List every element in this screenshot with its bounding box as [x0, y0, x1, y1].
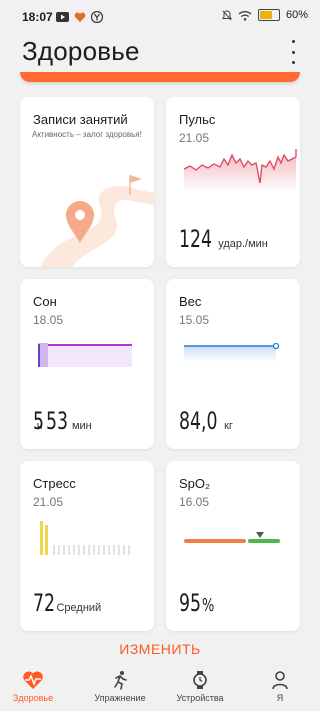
card-date: 18.05 — [33, 313, 64, 327]
sleep-minutes: 53 — [46, 407, 69, 435]
card-title: Пульс — [179, 112, 216, 127]
bottom-tab-bar: Здоровье Упражнение Устройства Я — [0, 666, 320, 711]
edit-button[interactable]: ИЗМЕНИТЬ — [0, 641, 320, 657]
status-time: 18:07 — [22, 10, 53, 24]
tab-label: Здоровье — [12, 693, 54, 703]
stress-card[interactable]: Стресс 21.05 72 Средний — [20, 461, 154, 631]
accent-bar — [20, 72, 300, 82]
more-dot-icon — [291, 50, 295, 54]
stress-graph — [40, 521, 130, 555]
notification-icons — [56, 11, 103, 23]
person-icon — [272, 671, 288, 690]
pulse-card[interactable]: Пульс 21.05 124 удар./мин — [166, 97, 300, 267]
more-dot-icon — [291, 40, 295, 43]
tab-health[interactable]: Здоровье — [1, 670, 65, 703]
pulse-value-row: 124 удар./мин — [179, 225, 268, 253]
sleep-card[interactable]: Сон 18.05 5 ч 53 мин — [20, 279, 154, 449]
sleep-minutes-unit: мин — [71, 420, 92, 432]
tab-label: Я — [276, 693, 284, 703]
weight-graph — [184, 342, 280, 362]
mute-icon — [222, 9, 232, 20]
heart-pulse-icon — [23, 671, 43, 689]
tab-exercise[interactable]: Упражнение — [88, 670, 152, 703]
activity-records-card[interactable]: Записи занятий Активность – залог здоров… — [20, 97, 154, 267]
more-menu-button[interactable] — [288, 40, 298, 64]
card-title: Сон — [33, 294, 57, 309]
status-bar: 18:07 60% — [0, 0, 320, 34]
battery-percent: 60% — [285, 9, 308, 21]
sleep-value-row: 5 ч 53 мин — [33, 407, 92, 435]
card-title: SpO₂ — [179, 476, 211, 491]
pulse-unit: удар./мин — [218, 238, 268, 250]
stress-value: 72 — [33, 589, 55, 617]
spo2-value-row: 95 % — [179, 589, 218, 617]
weight-value-row: 84,0 кг — [179, 407, 233, 435]
watch-icon — [193, 671, 207, 689]
card-date: 15.05 — [179, 313, 210, 327]
wifi-icon — [238, 10, 252, 21]
pulse-value: 124 — [179, 225, 212, 253]
sleep-hours: 5 — [33, 407, 44, 435]
tab-me[interactable]: Я — [248, 670, 312, 703]
spo2-card[interactable]: SpO₂ 16.05 95 % — [166, 461, 300, 631]
youtube-icon — [56, 12, 69, 22]
card-date: 21.05 — [33, 495, 64, 509]
spo2-scale — [184, 532, 280, 543]
page-title: Здоровье — [22, 36, 140, 66]
tab-label: Устройства — [176, 693, 224, 703]
pulse-graph — [183, 149, 297, 193]
yandex-icon — [91, 11, 103, 23]
stress-level: Средний — [56, 602, 102, 614]
card-title: Стресс — [33, 476, 76, 491]
route-map-icon — [40, 175, 154, 267]
spo2-value: 95 — [179, 589, 201, 617]
running-icon — [114, 671, 127, 690]
tab-devices[interactable]: Устройства — [168, 670, 232, 703]
weight-card[interactable]: Вес 15.05 84,0 кг — [166, 279, 300, 449]
weight-unit: кг — [224, 420, 233, 432]
more-dot-icon — [291, 61, 295, 64]
card-title: Вес — [179, 294, 202, 309]
sleep-graph — [38, 343, 132, 367]
system-icons: 60% — [222, 9, 308, 21]
heart-app-icon — [74, 12, 86, 22]
stress-value-row: 72 Средний — [33, 589, 101, 617]
spo2-unit: % — [202, 595, 215, 616]
tab-label: Упражнение — [94, 693, 146, 703]
weight-value: 84,0 — [179, 407, 218, 435]
battery-icon — [257, 9, 280, 21]
card-date: 16.05 — [179, 495, 210, 509]
